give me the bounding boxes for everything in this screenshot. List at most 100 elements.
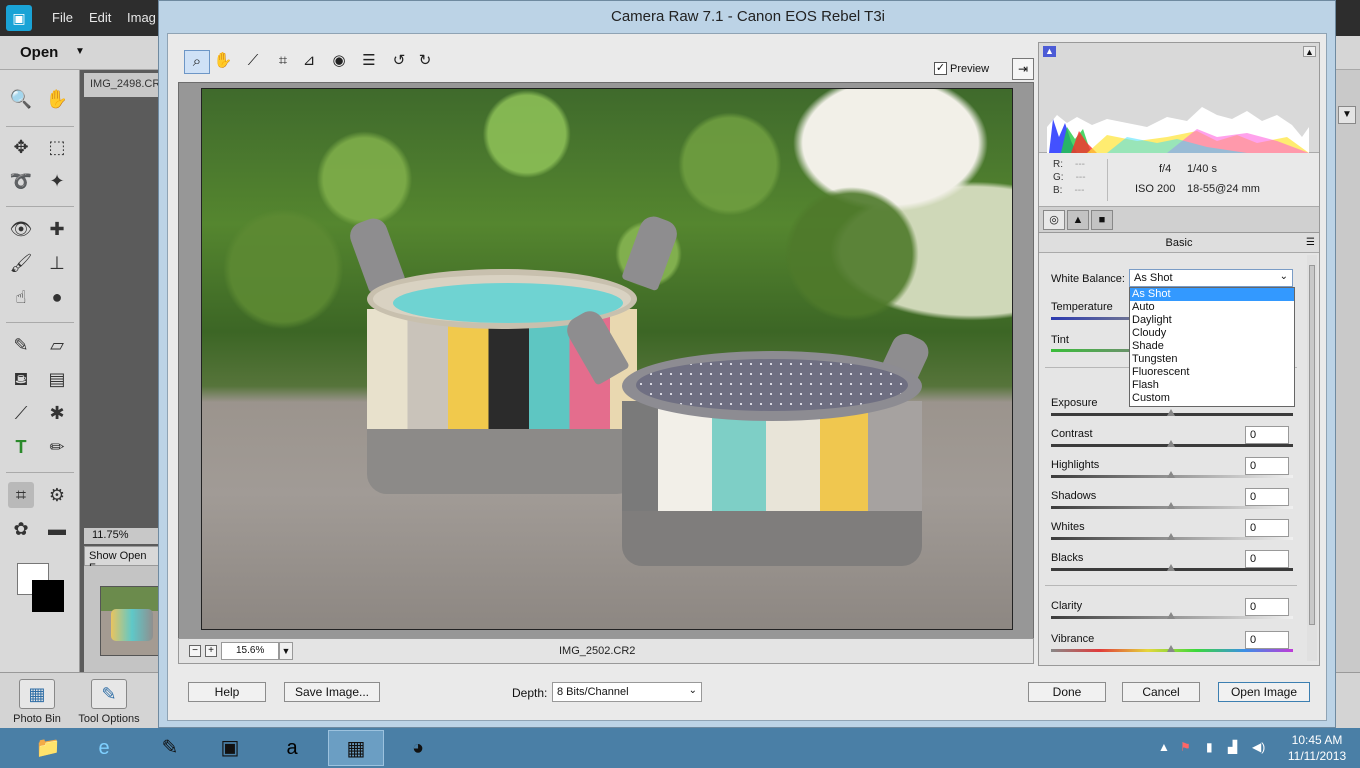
microsoft-office-icon[interactable]: ▣ (202, 730, 258, 766)
check-icon[interactable]: ✓ (934, 62, 947, 75)
zoom-in-button[interactable]: + (205, 645, 217, 657)
healing-brush-icon[interactable]: ✚ (44, 216, 70, 242)
eraser-tool-icon[interactable]: ▱ (44, 332, 70, 358)
wb-option-custom[interactable]: Custom (1130, 392, 1294, 405)
blacks-slider-thumb[interactable] (1167, 564, 1175, 571)
save-image-button[interactable]: Save Image... (284, 682, 380, 702)
highlight-clipping-warning-icon[interactable]: ▲ (1303, 46, 1316, 57)
crop-tool-icon[interactable]: ⌗ (8, 482, 34, 508)
whites-slider-thumb[interactable] (1167, 533, 1175, 540)
panel-scrollbar[interactable] (1307, 255, 1317, 661)
scrollbar-thumb[interactable] (1309, 265, 1315, 625)
clone-stamp-icon[interactable]: ⊥ (44, 250, 70, 276)
tab-camera-calibration-icon[interactable]: ■ (1091, 210, 1113, 230)
wb-option-auto[interactable]: Auto (1130, 301, 1294, 314)
rotate-ccw-icon[interactable]: ↺ (386, 50, 412, 74)
wb-option-cloudy[interactable]: Cloudy (1130, 327, 1294, 340)
done-button[interactable]: Done (1028, 682, 1106, 702)
help-button[interactable]: Help (188, 682, 266, 702)
highlights-value[interactable]: 0 (1245, 457, 1289, 475)
chevron-down-icon[interactable]: ▼ (279, 642, 293, 660)
raw-photo-preview[interactable] (201, 88, 1013, 630)
blacks-value[interactable]: 0 (1245, 550, 1289, 568)
tab-basic-aperture-icon[interactable]: ◎ (1043, 210, 1065, 230)
clarity-value[interactable]: 0 (1245, 598, 1289, 616)
panel-menu-icon[interactable]: ☰ (1306, 233, 1315, 253)
menu-image[interactable]: Imag (127, 10, 156, 25)
background-color-swatch[interactable] (32, 580, 64, 612)
wb-option-daylight[interactable]: Daylight (1130, 314, 1294, 327)
magic-wand-icon[interactable]: ✦ (44, 168, 70, 194)
picasa-icon[interactable]: ◕ (390, 730, 446, 766)
open-menu-button[interactable]: Open (20, 44, 58, 61)
battery-icon[interactable]: ▮ (1206, 740, 1213, 754)
shadow-clipping-warning-icon[interactable]: ▲ (1043, 46, 1056, 57)
eyedropper-icon[interactable]: ⟋ (240, 50, 266, 74)
clarity-slider-thumb[interactable] (1167, 612, 1175, 619)
file-explorer-icon[interactable]: 📁 (20, 730, 76, 766)
contrast-value[interactable]: 0 (1245, 426, 1289, 444)
recompose-tool-icon[interactable]: ⚙ (44, 482, 70, 508)
zoom-level-field[interactable]: 15.6% (221, 642, 279, 660)
pse-logo-icon[interactable]: ▣ (6, 5, 32, 31)
bit-depth-select[interactable]: 8 Bits/Channel ⌄ (552, 682, 702, 702)
network-icon[interactable]: ▟ (1228, 740, 1237, 754)
menu-edit[interactable]: Edit (89, 10, 111, 25)
paint-bucket-icon[interactable]: ⛾ (8, 366, 34, 392)
pencil-tool-icon[interactable]: ✏ (44, 434, 70, 460)
wb-option-as-shot[interactable]: As Shot (1130, 288, 1294, 301)
internet-explorer-icon[interactable]: e (76, 730, 132, 766)
vibrance-slider-thumb[interactable] (1167, 645, 1175, 652)
shadows-slider-thumb[interactable] (1167, 502, 1175, 509)
fullscreen-icon[interactable]: ⇥ (1012, 58, 1034, 80)
whites-value[interactable]: 0 (1245, 519, 1289, 537)
contrast-slider-thumb[interactable] (1167, 440, 1175, 447)
wb-option-flash[interactable]: Flash (1130, 379, 1294, 392)
document-tab[interactable]: IMG_2498.CR (84, 73, 164, 97)
red-eye-icon[interactable]: ◉ (326, 50, 352, 74)
photoshop-elements-organizer-icon[interactable]: ✎ (142, 730, 198, 766)
sponge-tool-icon[interactable]: ● (44, 284, 70, 310)
tool-options-button[interactable]: ✎ Tool Options (74, 677, 144, 727)
wb-option-tungsten[interactable]: Tungsten (1130, 353, 1294, 366)
white-balance-select[interactable]: As Shot ⌄ (1129, 269, 1293, 287)
action-center-icon[interactable]: ⚑ (1180, 740, 1191, 754)
cancel-button[interactable]: Cancel (1122, 682, 1200, 702)
show-open-files-dropdown[interactable]: Show Open F (84, 546, 160, 574)
wb-option-shade[interactable]: Shade (1130, 340, 1294, 353)
straighten-tool-icon[interactable]: ▬ (44, 516, 70, 542)
tab-detail-icon[interactable]: ▲ (1067, 210, 1089, 230)
rotate-cw-icon[interactable]: ↻ (412, 50, 438, 74)
image-preview-area[interactable] (178, 82, 1034, 656)
volume-icon[interactable]: ◀) (1252, 740, 1265, 754)
chevron-down-icon[interactable]: ⌄ (689, 685, 697, 696)
zoom-tool-icon[interactable]: 🔍 (8, 86, 34, 112)
wb-option-fluorescent[interactable]: Fluorescent (1130, 366, 1294, 379)
clock[interactable]: 10:45 AM 11/11/2013 (1280, 732, 1354, 764)
photoshop-elements-editor-icon[interactable]: ▦ (328, 730, 384, 766)
amazon-icon[interactable]: a (264, 730, 320, 766)
photo-bin-thumbnail[interactable] (100, 586, 160, 656)
photo-bin-button[interactable]: ▦ Photo Bin (2, 677, 72, 727)
smart-brush-icon[interactable]: 🖌 (8, 250, 34, 276)
magnifier-icon[interactable]: ⌕ (184, 50, 210, 74)
cookie-cutter-icon[interactable]: ✿ (8, 516, 34, 542)
exposure-slider-thumb[interactable] (1167, 409, 1175, 416)
custom-shape-icon[interactable]: ✱ (44, 400, 70, 426)
hand-tool-icon[interactable]: ✋ (44, 86, 70, 112)
hand-icon[interactable]: ✋ (210, 50, 236, 74)
zoom-out-button[interactable]: − (189, 645, 201, 657)
move-tool-icon[interactable]: ✥ (8, 134, 34, 160)
panel-scroll-down-icon[interactable]: ▼ (1338, 106, 1356, 124)
chevron-down-icon[interactable]: ⌄ (1280, 271, 1288, 282)
list-icon[interactable]: ☰ (356, 50, 382, 74)
red-eye-tool-icon[interactable]: 👁 (8, 216, 34, 242)
lasso-tool-icon[interactable]: ➰ (8, 168, 34, 194)
smudge-tool-icon[interactable]: ☝ (8, 284, 34, 310)
highlights-slider-thumb[interactable] (1167, 471, 1175, 478)
tray-expand-icon[interactable]: ▲ (1158, 740, 1170, 754)
preview-checkbox[interactable]: ✓ Preview (934, 62, 989, 75)
gradient-tool-icon[interactable]: ▤ (44, 366, 70, 392)
vibrance-value[interactable]: 0 (1245, 631, 1289, 649)
type-tool-icon[interactable]: T (8, 434, 34, 460)
